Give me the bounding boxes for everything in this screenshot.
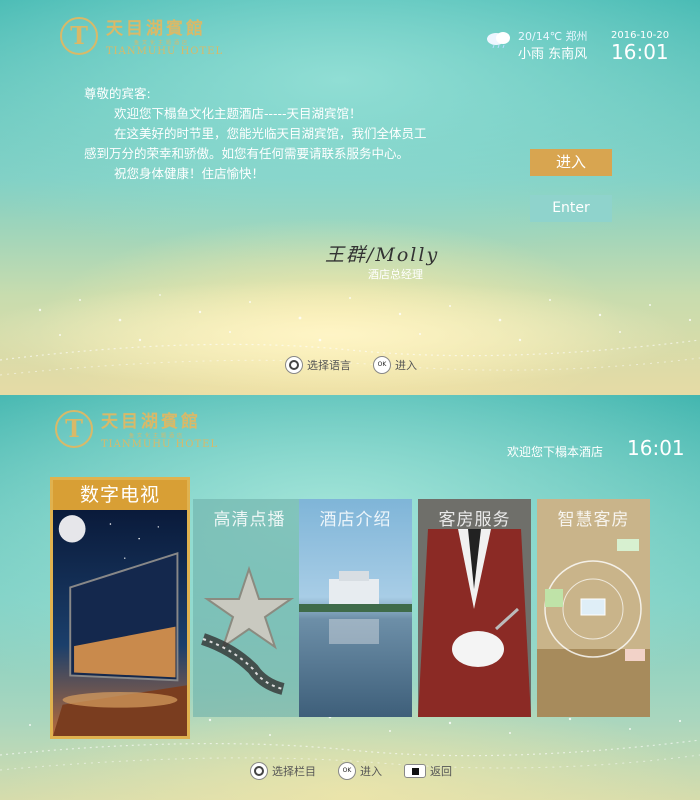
- menu-card-room-service[interactable]: 客房服务: [418, 499, 531, 717]
- hint-enter: OK 进入: [373, 356, 417, 374]
- hint-back: 返回: [404, 763, 452, 779]
- menu-welcome: 欢迎您下榻本酒店: [507, 445, 604, 459]
- logo-emblem: T: [55, 409, 93, 448]
- hint-select-language: 选择语言: [285, 356, 351, 374]
- hint-label: 返回: [430, 765, 452, 778]
- menu-card-smart-room[interactable]: 智慧客房: [537, 499, 650, 717]
- weather-description: 小雨 东南风: [518, 47, 588, 62]
- footer-hints: 选择语言 OK 进入: [285, 356, 439, 374]
- dpad-icon: [250, 762, 268, 780]
- dpad-icon: [285, 356, 303, 374]
- footer-hints: 选择栏目 OK 进入 返回: [250, 762, 474, 780]
- back-icon: [404, 764, 426, 778]
- hint-select-column: 选择栏目: [250, 762, 316, 780]
- welcome-screen: T 天目湖賓館 鱼文化主题酒店 TIANMUHU HOTEL 20/14℃ 郑州…: [0, 0, 700, 395]
- welcome-line: 在这美好的时节里，您能光临天目湖宾馆，我们全体员工: [114, 126, 427, 141]
- menu-card-digital-tv[interactable]: 数字电视: [50, 477, 190, 739]
- enter-button-en[interactable]: Enter: [530, 195, 612, 222]
- menu-card-vod[interactable]: 高清点播: [193, 499, 306, 717]
- menu-card-label: 高清点播: [213, 510, 286, 530]
- hotel-name-en: TIANMUHU HOTEL: [101, 439, 219, 450]
- hint-label: 选择语言: [307, 359, 351, 372]
- menu-card-label: 酒店介绍: [319, 510, 392, 530]
- welcome-line: 祝您身体健康！住店愉快！: [114, 166, 265, 181]
- logo-emblem: T: [60, 16, 98, 55]
- enter-button-cn[interactable]: 进入: [530, 149, 612, 176]
- butler-photo: [418, 499, 531, 717]
- greeting: 尊敬的宾客:: [84, 86, 151, 101]
- hotel-logo: T 天目湖賓館 鱼文化主题酒店 TIANMUHU HOTEL: [60, 14, 223, 57]
- film-star-image: [193, 499, 306, 717]
- menu-cards: 数字电视 高清点播 酒店介绍 客房服务 智慧客房: [50, 477, 650, 747]
- hotel-name-cn: 天目湖賓館: [101, 412, 201, 432]
- ok-icon: OK: [373, 356, 391, 374]
- hint-label: 选择栏目: [272, 765, 316, 778]
- hotel-name-cn: 天目湖賓館: [106, 19, 206, 39]
- menu-card-label: 数字电视: [53, 480, 187, 510]
- welcome-message: 尊敬的宾客: 欢迎您下榻鱼文化主题酒店-----天目湖宾馆！ 在这美好的时节里，…: [84, 84, 427, 184]
- cloud-rain-icon: [487, 32, 510, 48]
- menu-card-hotel-intro[interactable]: 酒店介绍: [299, 499, 412, 717]
- menu-screen: T 天目湖賓館 鱼文化主题酒店 TIANMUHU HOTEL 欢迎您下榻本酒店 …: [0, 395, 700, 800]
- clock: 16:01: [627, 436, 685, 460]
- clock: 16:01: [611, 40, 669, 64]
- welcome-line: 欢迎您下榻鱼文化主题酒店-----天目湖宾馆！: [114, 106, 362, 121]
- menu-card-label: 客房服务: [438, 510, 511, 530]
- hotel-tagline: 鱼文化主题酒店: [134, 40, 191, 46]
- hotel-name-en: TIANMUHU HOTEL: [106, 46, 224, 57]
- tv-image: [53, 509, 187, 736]
- welcome-line: 感到万分的荣幸和骄傲。如您有任何需要请联系服务中心。: [84, 146, 410, 161]
- manager-signature: 王群/Molly: [325, 244, 440, 266]
- hotel-photo: [299, 499, 412, 717]
- hint-label: 进入: [395, 359, 417, 372]
- weather-temp-city: 20/14℃ 郑州: [518, 30, 588, 43]
- hint-enter: OK 进入: [338, 762, 382, 780]
- manager-title: 酒店总经理: [368, 268, 423, 281]
- hotel-logo: T 天目湖賓館 鱼文化主题酒店 TIANMUHU HOTEL: [55, 407, 218, 450]
- ok-icon: OK: [338, 762, 356, 780]
- smart-room-image: [537, 499, 650, 717]
- hotel-tagline: 鱼文化主题酒店: [129, 433, 186, 439]
- menu-card-label: 智慧客房: [557, 510, 630, 530]
- hint-label: 进入: [360, 765, 382, 778]
